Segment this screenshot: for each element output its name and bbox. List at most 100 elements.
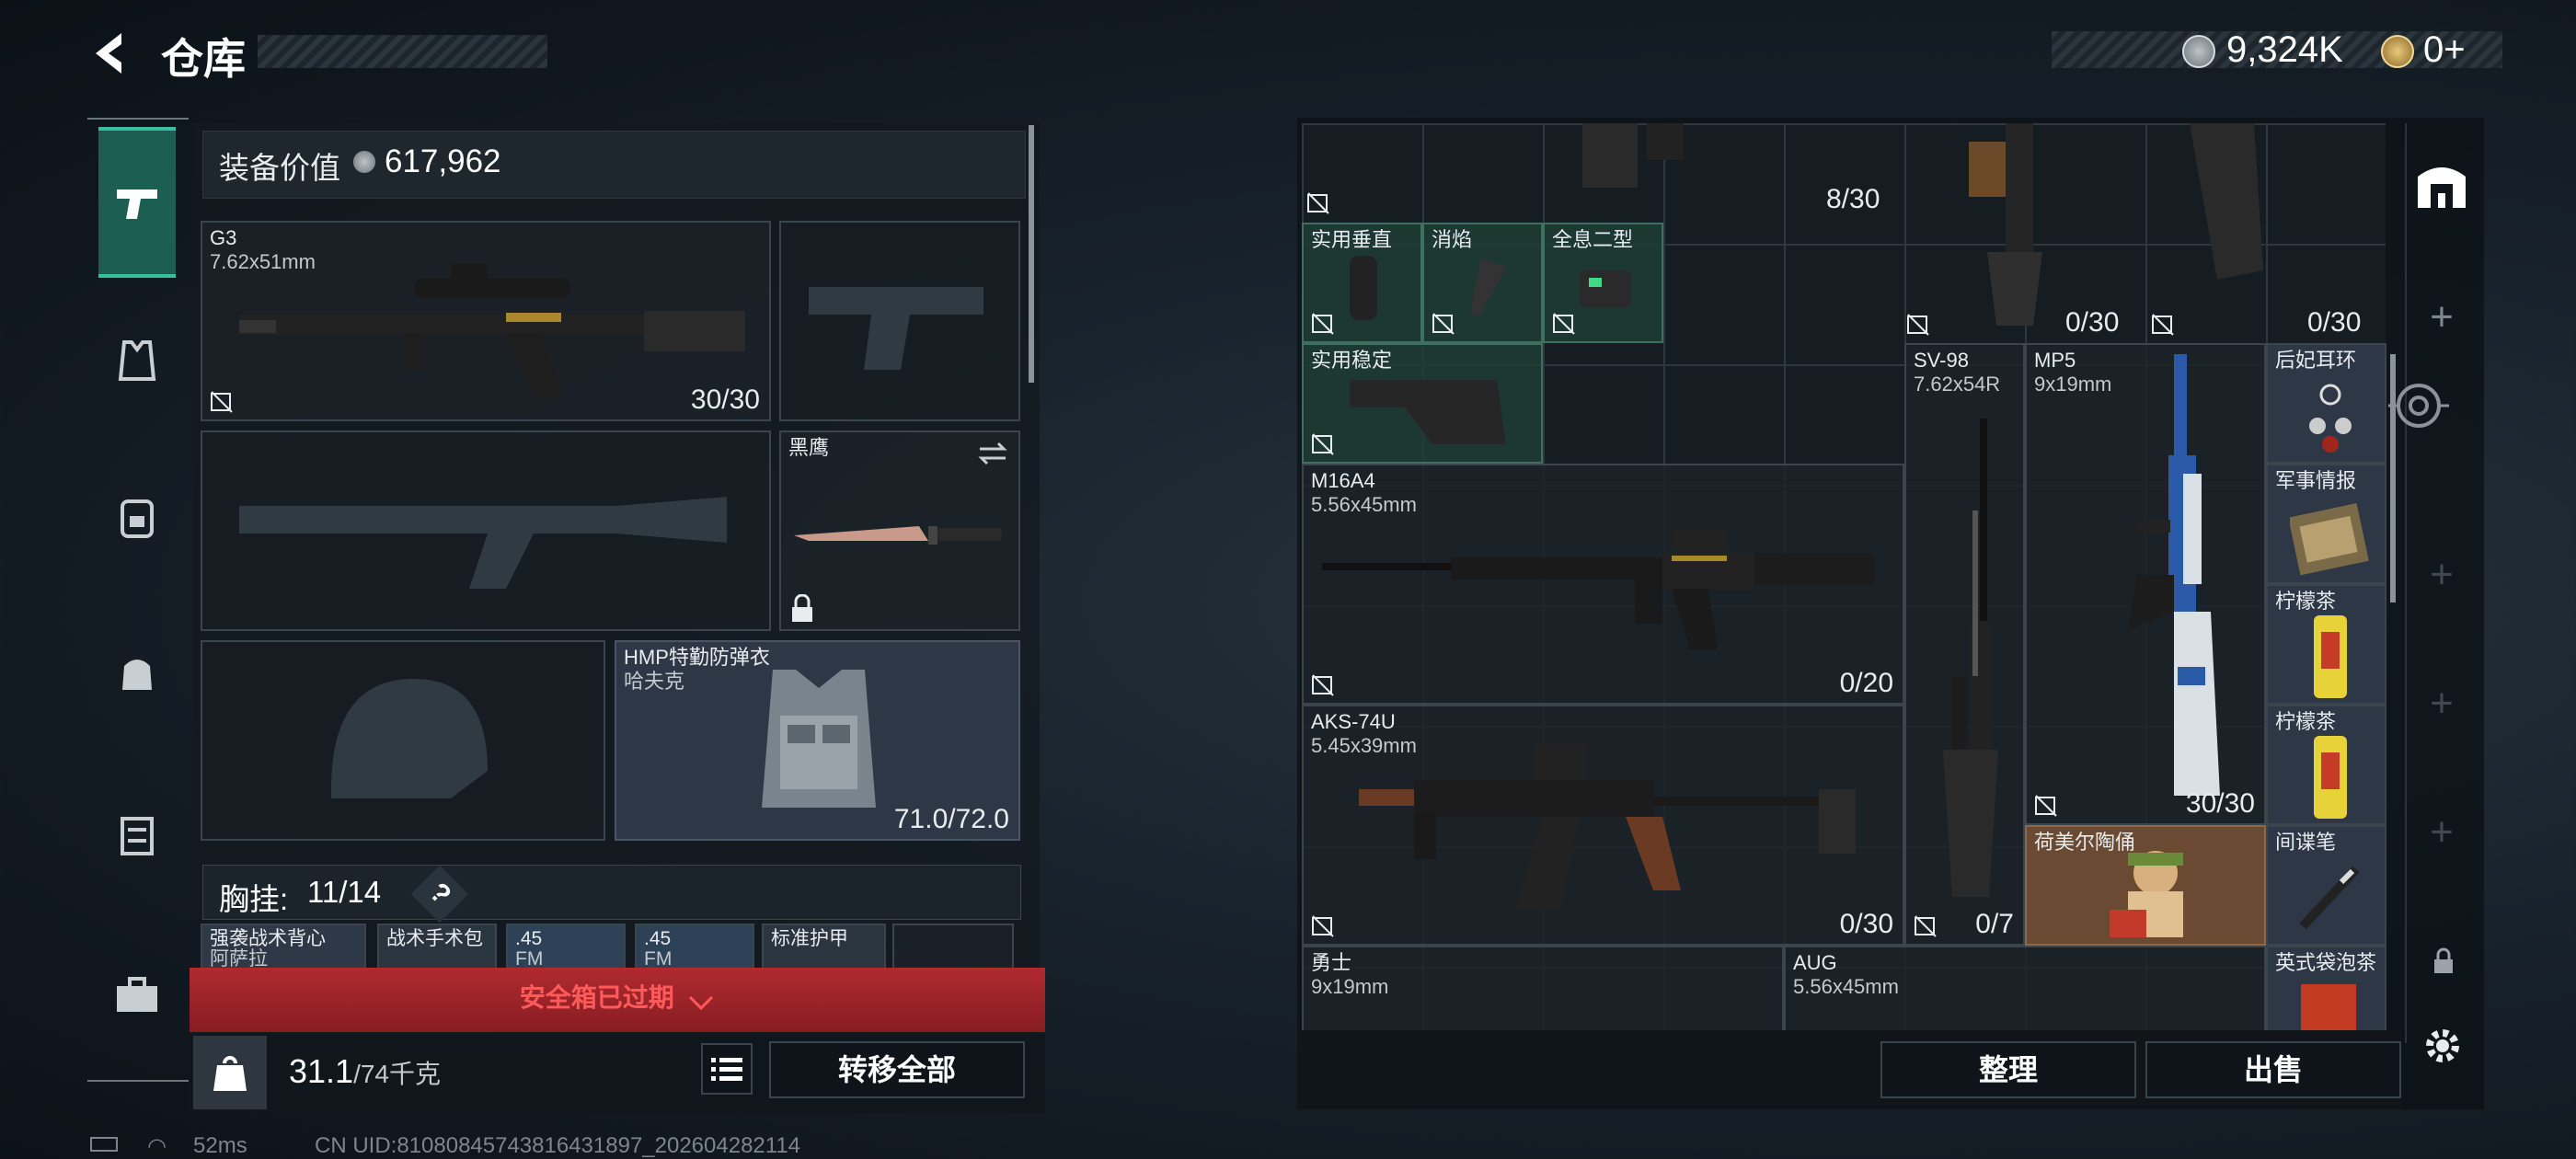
grip-icon: [1350, 256, 1377, 320]
list-view-button[interactable]: [701, 1043, 753, 1095]
add-stash-button[interactable]: +: [2414, 681, 2469, 727]
stash-tab-main[interactable]: [2414, 156, 2469, 212]
category-bag[interactable]: [98, 635, 176, 712]
no-insure-icon: [1312, 433, 1334, 455]
pistol-slot[interactable]: [779, 221, 1020, 421]
weight-max: /74千克: [353, 1060, 442, 1088]
transfer-all-button[interactable]: 转移全部: [769, 1041, 1025, 1098]
stash-lock-icon[interactable]: [2432, 947, 2455, 980]
primary-weapon-slot[interactable]: G3 7.62x51mm 30/30: [201, 221, 771, 421]
stash-item-vertical-grip[interactable]: 实用垂直: [1302, 223, 1422, 343]
stash-item-spy-pen[interactable]: 间谍笔: [2266, 825, 2386, 946]
sell-button[interactable]: 出售: [2145, 1041, 2401, 1098]
stash-item-sv98[interactable]: SV-98 7.62x54R 0/7: [1904, 343, 2025, 946]
category-weapon-active[interactable]: [98, 127, 176, 278]
equipment-value: 617,962: [385, 143, 501, 179]
category-backpack[interactable]: [98, 478, 176, 556]
melee-slot[interactable]: 黑鹰: [779, 430, 1020, 631]
stash-item-flash-hider[interactable]: 消焰: [1422, 223, 1543, 343]
rifle-stock-icon: [1969, 123, 2042, 326]
pistol-silhouette-icon: [809, 287, 983, 370]
armor-slot[interactable]: HMP特勤防弹衣 哈夫克 71.0/72.0: [615, 640, 1020, 841]
page-title: 仓库: [161, 35, 246, 83]
no-insure-icon: [2152, 314, 2174, 336]
no-insure-icon: [2035, 795, 2057, 817]
no-insure-icon: [1553, 313, 1575, 335]
safebox-expired-banner[interactable]: 安全箱已过期: [190, 968, 1045, 1032]
armor-name: HMP特勤防弹衣: [624, 646, 770, 669]
knife-icon: [794, 526, 1002, 545]
add-stash-button[interactable]: +: [2414, 809, 2469, 855]
stash-item-tea-bag[interactable]: 英式袋泡茶: [2266, 946, 2386, 1030]
stash-item-mp5[interactable]: MP5 9x19mm 30/30: [2025, 343, 2266, 825]
lock-icon: [792, 594, 812, 622]
back-button[interactable]: [83, 26, 138, 81]
intel-docs-icon: [2290, 503, 2369, 576]
add-stash-button[interactable]: +: [2414, 294, 2469, 340]
muzzle-icon: [1470, 258, 1507, 316]
armor-brand: 哈夫克: [624, 670, 685, 693]
uid: CN UID:8108084574381643189​7_20260428211…: [315, 1133, 801, 1158]
armor-vest-icon: [762, 670, 876, 808]
currency-value: 9,324K: [2226, 29, 2343, 70]
value-coin-icon: [353, 151, 375, 173]
warehouse-icon: [2418, 167, 2466, 208]
can-icon: [2314, 736, 2347, 819]
weight-value: 31.1: [289, 1052, 354, 1090]
rifle-silhouette-icon: [239, 497, 727, 589]
secondary-weapon-slot[interactable]: [201, 430, 771, 631]
stash-item-lemon-tea-1[interactable]: 柠檬茶: [2266, 584, 2386, 705]
settings-gear-icon[interactable]: [2420, 1023, 2466, 1073]
no-insure-icon: [1312, 915, 1334, 937]
stash-item-aug[interactable]: AUG 5.56x45mm: [1784, 946, 2266, 1030]
sort-button[interactable]: 整理: [1880, 1041, 2136, 1098]
equipment-value-label: 装备价值: [219, 151, 340, 185]
stash-item-yongshi[interactable]: 勇士 9x19mm: [1302, 946, 1784, 1030]
stash-item-holo-sight[interactable]: 全息二型: [1543, 223, 1663, 343]
aks74u-rifle-icon: [1359, 743, 1856, 909]
stash-item-stock[interactable]: 实用稳定: [1302, 343, 1543, 464]
stock-icon: [1350, 380, 1506, 444]
no-insure-icon: [1432, 313, 1455, 335]
chest-rig-count: 11/14: [307, 875, 382, 909]
category-safebox[interactable]: [98, 796, 176, 873]
vest-icon: [118, 340, 156, 381]
figurine-icon: [2110, 851, 2183, 937]
stash-item-earring[interactable]: 后妃耳环: [2266, 343, 2386, 464]
coin-value[interactable]: 0+: [2423, 29, 2466, 71]
title-stripe: [258, 35, 547, 68]
no-insure-icon: [211, 391, 233, 413]
melee-name: 黑鹰: [788, 436, 830, 459]
backpack-icon: [121, 499, 154, 538]
top-ammo-1: 8/30: [1826, 184, 1880, 214]
weapon-ammo: 30/30: [690, 384, 760, 415]
stash-item-intel[interactable]: 军事情报: [2266, 464, 2386, 584]
stash-item-aks74u[interactable]: AKS-74U 5.45x39mm 0/30: [1302, 705, 1904, 946]
m16a4-rifle-icon: [1322, 530, 1874, 649]
safebox-expired-text: 安全箱已过期: [519, 983, 674, 1012]
list-icon: [711, 1058, 742, 1081]
chest-rig-label: 胸挂:: [219, 882, 289, 916]
category-armor[interactable]: [98, 322, 176, 399]
category-toolbox[interactable]: [98, 957, 176, 1034]
stash-item-lemon-tea-2[interactable]: 柠檬茶: [2266, 705, 2386, 825]
stash-item-figurine[interactable]: 荷美尔陶俑: [2025, 825, 2266, 946]
pen-icon: [2299, 866, 2360, 930]
add-stash-button[interactable]: +: [2414, 552, 2469, 598]
swap-icon[interactable]: [976, 440, 1009, 467]
target-icon[interactable]: [2386, 373, 2451, 438]
no-insure-icon: [1907, 314, 1929, 336]
container-icon: [121, 817, 154, 855]
panel-scrollbar[interactable]: [1029, 125, 1034, 383]
top-ammo-2: 0/30: [2065, 307, 2120, 338]
weight-icon-box: [193, 1036, 267, 1109]
ping: 52ms: [193, 1133, 247, 1158]
helmet-slot[interactable]: [201, 640, 605, 841]
sv98-sniper-icon: [1943, 419, 1998, 897]
coin-icon: [2381, 35, 2414, 68]
mp5-smg-icon: [2128, 354, 2220, 796]
can-icon: [2314, 615, 2347, 698]
armor-durability: 71.0/72.0: [893, 804, 1009, 834]
helmet-silhouette-icon: [331, 679, 488, 798]
stash-item-m16a4[interactable]: M16A4 5.56x45mm 0/20: [1302, 464, 1904, 705]
